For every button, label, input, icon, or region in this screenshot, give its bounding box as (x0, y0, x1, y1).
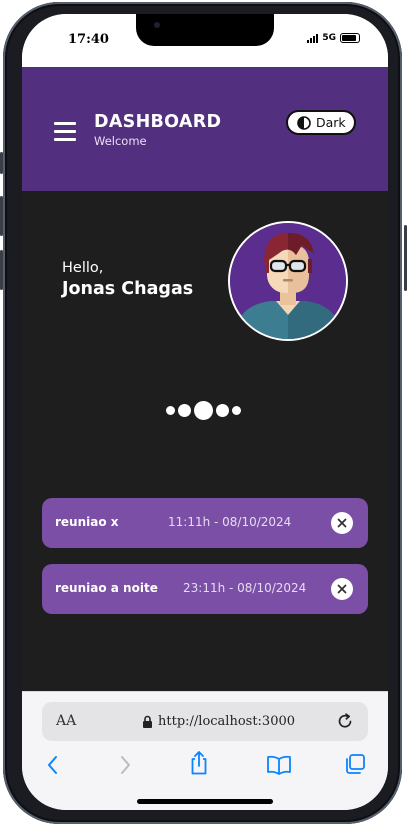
tabs-button[interactable] (344, 753, 366, 775)
bookmarks-button[interactable] (266, 755, 292, 775)
carousel-dot[interactable] (216, 403, 229, 417)
carousel-dot[interactable] (178, 403, 191, 417)
notch (136, 14, 274, 46)
avatar (228, 221, 348, 341)
event-name: reuniao x (55, 515, 119, 529)
front-camera (154, 22, 160, 28)
phone-screen: 17:40 5G DASHBOARD Welcome Dark Hello, J… (22, 14, 388, 810)
page-subtitle: Welcome (94, 134, 147, 148)
event-card[interactable]: reuniao x 11:11h - 08/10/2024 (42, 498, 368, 548)
carousel-dot[interactable] (166, 405, 175, 415)
close-x-icon (337, 584, 347, 594)
event-time: 11:11h - 08/10/2024 (168, 515, 292, 529)
status-indicators: 5G (307, 33, 360, 43)
app-header: DASHBOARD Welcome Dark (22, 67, 388, 191)
lock-icon (143, 715, 152, 728)
battery-icon (340, 33, 360, 43)
reload-icon[interactable] (336, 712, 354, 730)
avatar-illustration (230, 223, 346, 339)
greeting-text: Hello, (62, 260, 104, 276)
carousel-dot-active[interactable] (194, 400, 213, 420)
signal-icon (307, 33, 319, 43)
home-indicator (137, 799, 273, 804)
status-bar: 17:40 5G (22, 14, 388, 67)
theme-toggle-button[interactable]: Dark (286, 110, 356, 135)
hamburger-menu-icon[interactable] (54, 120, 76, 144)
app-body: Hello, Jonas Chagas reuniao x 11:11h - 0… (22, 191, 388, 691)
back-button[interactable] (46, 754, 60, 776)
delete-event-button[interactable] (331, 578, 353, 600)
text-size-button[interactable]: AA (56, 713, 76, 729)
phone-side-button (0, 152, 3, 174)
forward-button[interactable] (118, 754, 132, 776)
event-name: reuniao a noite (55, 581, 158, 595)
address-bar[interactable]: AA http://localhost:3000 (42, 702, 368, 741)
carousel-dot[interactable] (232, 405, 241, 415)
theme-toggle-label: Dark (316, 115, 346, 130)
carousel-indicator (166, 400, 241, 420)
url-text: http://localhost:3000 (158, 714, 296, 729)
phone-volume-up-button (0, 196, 3, 236)
delete-event-button[interactable] (331, 512, 353, 534)
user-name: Jonas Chagas (62, 279, 194, 299)
phone-volume-down-button (0, 250, 3, 290)
event-card[interactable]: reuniao a noite 23:11h - 08/10/2024 (42, 564, 368, 614)
browser-toolbar: AA http://localhost:3000 (22, 691, 388, 810)
status-time: 17:40 (68, 32, 109, 47)
page-title: DASHBOARD (94, 112, 222, 132)
network-label: 5G (322, 33, 336, 43)
share-button[interactable] (189, 750, 209, 776)
event-time: 23:11h - 08/10/2024 (183, 581, 307, 595)
close-x-icon (337, 518, 347, 528)
contrast-icon (297, 115, 311, 130)
